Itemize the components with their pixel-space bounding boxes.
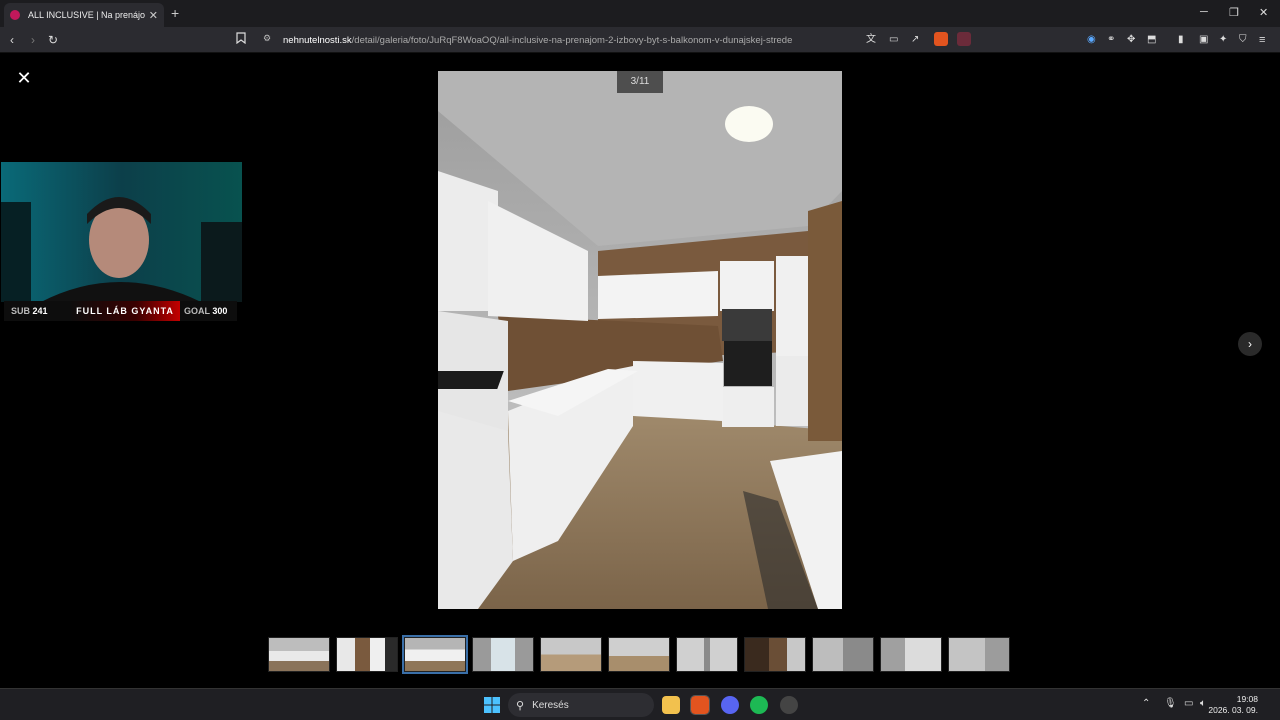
photo-gallery-viewer: ✕ 3/11 › <box>0 54 1280 688</box>
url-host: nehnutelnosti.sk <box>283 34 352 46</box>
site-settings-icon[interactable]: ⚙ <box>263 33 271 44</box>
thumbnail-1[interactable] <box>268 637 330 672</box>
chevron-right-icon: › <box>1248 337 1252 351</box>
next-photo-button[interactable]: › <box>1238 332 1262 356</box>
goal-value: 300 <box>212 306 228 316</box>
windows-start-icon[interactable] <box>483 696 501 714</box>
window-close-icon[interactable]: ✕ <box>1259 6 1268 19</box>
stream-goal-bar: SUB 241 FULL LÁB GYANTA GOAL 300 <box>4 301 237 321</box>
file-explorer-icon[interactable] <box>662 696 680 714</box>
photo-counter: 3/11 <box>617 71 663 93</box>
brave-rewards-icon[interactable] <box>957 32 971 46</box>
spotify-icon[interactable] <box>750 696 768 714</box>
clock-time: 19:08 <box>1236 694 1258 704</box>
extensions-icon[interactable]: ✥ <box>1127 31 1135 49</box>
sub-counter: SUB 241 <box>4 306 70 316</box>
browser-toolbar: ‹ › ↻ ⚙ nehnutelnosti.sk /detail/galeria… <box>0 27 1280 53</box>
network-icon[interactable]: ▭ <box>1184 698 1193 709</box>
thumbnail-10[interactable] <box>880 637 942 672</box>
thumbnail-8[interactable] <box>744 637 806 672</box>
thumbnail-3[interactable] <box>402 635 468 674</box>
kitchen-photo <box>438 71 842 609</box>
taskbar-clock[interactable]: 19:08 2026. 03. 09. <box>1208 694 1258 716</box>
streamer-webcam-image <box>1 162 242 302</box>
search-icon: ⚲ <box>516 699 525 712</box>
share-icon[interactable]: ↗ <box>911 31 919 49</box>
vpn-shield-icon[interactable]: ⛉ <box>1239 31 1247 49</box>
thumbnail-2[interactable] <box>336 637 398 672</box>
tab-close-icon[interactable]: ✕ <box>149 9 158 22</box>
reload-icon[interactable]: ↻ <box>48 31 58 49</box>
menu-icon[interactable]: ≡ <box>1259 31 1265 49</box>
forward-icon[interactable]: › <box>31 31 35 49</box>
minimize-icon[interactable]: ─ <box>1200 6 1208 18</box>
windows-taskbar: ⚲ Keresés ⌃ 🎙︎ ▭ 🔈︎ 19:08 2026. 03. 09. <box>0 688 1280 720</box>
cast-icon[interactable]: ▭ <box>889 31 898 49</box>
goal-counter: GOAL 300 <box>180 306 237 316</box>
url-path: /detail/galeria/foto/JuRqF8WoaOQ/all-inc… <box>351 34 793 46</box>
volume-icon[interactable]: 🔈︎ <box>1200 698 1206 709</box>
taskbar-search[interactable]: ⚲ Keresés <box>508 693 654 717</box>
sub-value: 241 <box>32 306 48 316</box>
stream-goal-title: FULL LÁB GYANTA <box>70 301 180 321</box>
leo-ai-icon[interactable]: ✦ <box>1219 31 1227 49</box>
new-tab-button[interactable]: + <box>171 5 179 21</box>
thumbnail-7[interactable] <box>676 637 738 672</box>
site-favicon-icon <box>10 10 20 20</box>
main-photo <box>438 71 842 609</box>
thumbnail-6[interactable] <box>608 637 670 672</box>
audio-icon[interactable]: ◉ <box>1087 31 1096 49</box>
brave-browser-icon[interactable] <box>690 695 710 715</box>
download-icon[interactable]: ⬒ <box>1147 31 1156 49</box>
search-placeholder: Keresés <box>532 699 569 711</box>
wallet-icon[interactable]: ▣ <box>1199 31 1208 49</box>
microphone-icon[interactable]: 🎙︎ <box>1164 698 1177 709</box>
brave-shields-icon[interactable] <box>934 32 948 46</box>
thumbnail-strip <box>268 635 1010 674</box>
translate-icon[interactable]: 文 <box>866 31 876 49</box>
bookmark-icon[interactable] <box>236 31 246 49</box>
browser-tab[interactable]: ALL INCLUSIVE | Na prenájom 2 ✕ <box>4 3 164 27</box>
thumbnail-4[interactable] <box>472 637 534 672</box>
close-gallery-button[interactable]: ✕ <box>14 68 34 88</box>
discord-icon[interactable] <box>721 696 739 714</box>
webcam-overlay <box>1 162 242 302</box>
back-icon[interactable]: ‹ <box>10 31 14 49</box>
thumbnail-9[interactable] <box>812 637 874 672</box>
clock-date: 2026. 03. 09. <box>1208 705 1258 715</box>
sidebar-icon[interactable]: ▮ <box>1178 31 1184 49</box>
browser-tab-strip: ALL INCLUSIVE | Na prenájom 2 ✕ + ─ ❐ ✕ <box>0 0 1280 27</box>
tab-title: ALL INCLUSIVE | Na prenájom 2 <box>28 10 145 20</box>
goal-label: GOAL <box>184 306 210 316</box>
app-icon[interactable] <box>780 696 798 714</box>
thumbnail-5[interactable] <box>540 637 602 672</box>
tray-overflow-icon[interactable]: ⌃ <box>1142 698 1150 709</box>
thumbnail-11[interactable] <box>948 637 1010 672</box>
restore-icon[interactable]: ❐ <box>1229 6 1239 19</box>
sub-label: SUB <box>11 306 31 316</box>
vpn-icon[interactable]: ⚭ <box>1107 31 1115 49</box>
